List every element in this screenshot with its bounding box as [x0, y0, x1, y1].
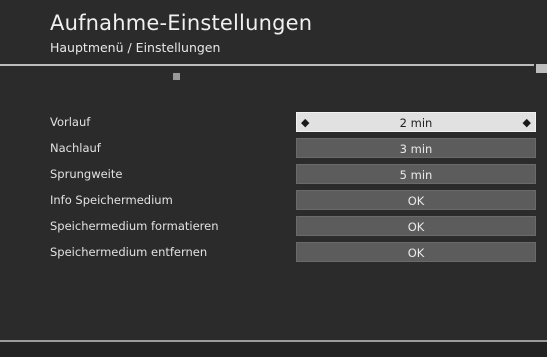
left-arrow-icon[interactable]: ◆ [301, 114, 309, 132]
header-divider [0, 64, 534, 66]
setting-value-nachlauf[interactable]: 3 min [296, 138, 536, 158]
setting-label-speichermedium-formatieren: Speichermedium formatieren [50, 219, 219, 233]
footer-bar [0, 342, 547, 357]
setting-value-sprungweite[interactable]: 5 min [296, 164, 536, 184]
tv-menu-screen: Aufnahme-Einstellungen Hauptmenü / Einst… [0, 0, 547, 357]
page-title: Aufnahme-Einstellungen [50, 11, 313, 35]
scroll-indicator [173, 73, 180, 80]
setting-label-vorlauf: Vorlauf [50, 115, 91, 129]
setting-value-vorlauf[interactable]: ◆ 2 min ◆ [296, 112, 536, 132]
setting-value-text: 2 min [399, 116, 433, 130]
header-corner-marker [536, 64, 547, 73]
breadcrumb: Hauptmenü / Einstellungen [50, 40, 221, 55]
setting-label-info-speichermedium: Info Speichermedium [50, 193, 173, 207]
right-arrow-icon[interactable]: ◆ [523, 114, 531, 132]
setting-label-nachlauf: Nachlauf [50, 141, 101, 155]
setting-value-info-speichermedium[interactable]: OK [296, 190, 536, 210]
setting-label-speichermedium-entfernen: Speichermedium entfernen [50, 245, 208, 259]
setting-label-sprungweite: Sprungweite [50, 167, 123, 181]
setting-value-speichermedium-entfernen[interactable]: OK [296, 242, 536, 262]
setting-value-speichermedium-formatieren[interactable]: OK [296, 216, 536, 236]
